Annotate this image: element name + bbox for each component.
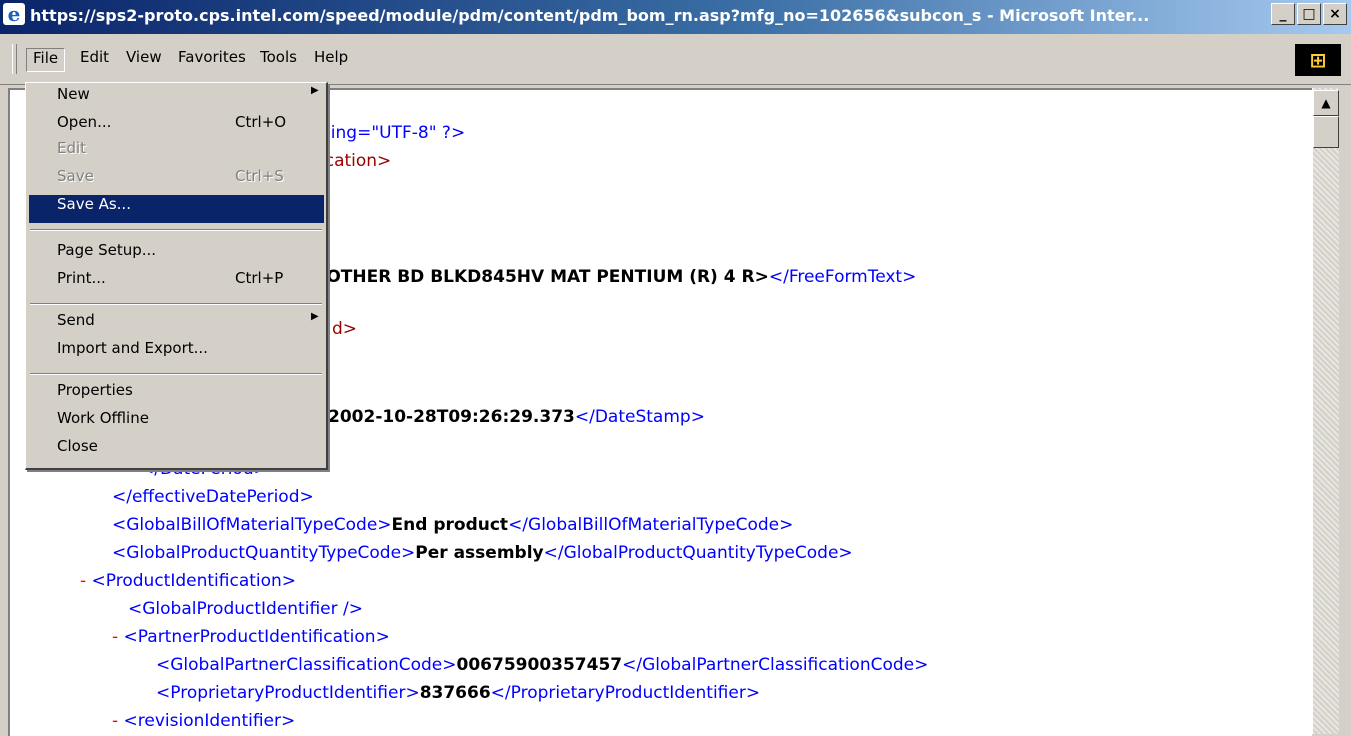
menu-item-label: Work Offline — [57, 409, 149, 427]
menu-item-send[interactable]: Send ▶ — [29, 311, 324, 339]
xml-pi-fragment: ding="UTF-8" ?> — [320, 123, 466, 143]
xml-line: <GlobalPartnerClassificationCode>0067590… — [156, 654, 928, 676]
menu-item-label: Edit — [57, 139, 87, 157]
xml-fragment: d> — [332, 319, 358, 339]
window-controls: _ □ × — [1271, 3, 1347, 25]
xml-line: ding="UTF-8" ?> — [320, 122, 465, 144]
menu-item-label: Save — [57, 167, 94, 185]
xml-bom-value: End product — [391, 515, 509, 535]
menu-item-label: Send — [57, 311, 95, 329]
xml-gpcc-close: </GlobalPartnerClassificationCode> — [622, 655, 929, 675]
menu-item-label: Open... — [57, 113, 112, 131]
xml-line: </effectiveDatePeriod> — [112, 486, 314, 508]
menu-item-new[interactable]: New ▶ — [29, 85, 324, 113]
menu-item-edit: Edit — [29, 139, 324, 167]
title-bar: e https://sps2-proto.cps.intel.com/speed… — [0, 0, 1351, 34]
menu-item-close[interactable]: Close — [29, 437, 324, 465]
minimize-button[interactable]: _ — [1271, 3, 1295, 25]
xml-gpcc-open: <GlobalPartnerClassificationCode> — [156, 655, 457, 675]
xml-line: ication> — [320, 150, 391, 172]
menu-item-save-as[interactable]: Save As... — [29, 195, 324, 223]
menu-edit[interactable]: Edit — [74, 48, 115, 70]
xml-ppi-open: <PartnerProductIdentification> — [123, 627, 390, 647]
menu-item-shortcut: Ctrl+O — [235, 113, 287, 131]
xml-gpi-empty: <GlobalProductIdentifier /> — [128, 599, 363, 619]
xml-line: - <PartnerProductIdentification> — [112, 626, 390, 648]
menu-item-shortcut: Ctrl+P — [235, 269, 284, 287]
menu-item-label: Properties — [57, 381, 133, 399]
menu-view[interactable]: View — [120, 48, 168, 70]
xml-prodid-open: <ProductIdentification> — [91, 571, 297, 591]
window-title: https://sps2-proto.cps.intel.com/speed/m… — [30, 6, 1150, 25]
xml-line: 2002-10-28T09:26:29.373</DateStamp> — [328, 406, 705, 428]
menu-favorites[interactable]: Favorites — [172, 48, 252, 70]
xml-freeform-close: </FreeFormText> — [768, 267, 917, 287]
menu-separator — [30, 229, 322, 231]
xml-line: <GlobalProductQuantityTypeCode>Per assem… — [112, 542, 853, 564]
menu-item-save: Save Ctrl+S — [29, 167, 324, 195]
collapse-toggle[interactable]: - — [112, 627, 118, 647]
file-menu-dropdown: New ▶ Open... Ctrl+O Edit Save Ctrl+S Sa… — [25, 82, 328, 470]
menu-item-import-export[interactable]: Import and Export... — [29, 339, 324, 367]
xml-gpcc-value: 00675900357457 — [456, 655, 623, 675]
xml-qty-close: </GlobalProductQuantityTypeCode> — [543, 543, 853, 563]
xml-rev-open: <revisionIdentifier> — [123, 711, 296, 731]
scroll-thumb[interactable] — [1313, 116, 1339, 148]
xml-prop-value: 837666 — [419, 683, 491, 703]
xml-datestamp-close: </DateStamp> — [574, 407, 705, 427]
menu-item-label: Print... — [57, 269, 106, 287]
menu-item-label: Save As... — [57, 195, 131, 213]
menu-item-print[interactable]: Print... Ctrl+P — [29, 269, 324, 297]
menu-item-work-offline[interactable]: Work Offline — [29, 409, 324, 437]
menu-item-shortcut: Ctrl+S — [235, 167, 284, 185]
xml-bom-close: </GlobalBillOfMaterialTypeCode> — [508, 515, 794, 535]
xml-effective-close: </effectiveDatePeriod> — [112, 487, 314, 507]
xml-qty-open: <GlobalProductQuantityTypeCode> — [112, 543, 416, 563]
vertical-scrollbar[interactable]: ▲ — [1312, 88, 1339, 734]
xml-line: - <revisionIdentifier> — [112, 710, 295, 732]
close-button[interactable]: × — [1323, 3, 1347, 25]
menu-item-page-setup[interactable]: Page Setup... — [29, 241, 324, 269]
menu-tools[interactable]: Tools — [254, 48, 303, 70]
internet-explorer-icon[interactable]: e — [3, 3, 25, 25]
menu-bar: File Edit View Favorites Tools Help ⊞ — [0, 34, 1351, 85]
collapse-toggle[interactable]: - — [112, 711, 118, 731]
menu-item-label: New — [57, 85, 90, 103]
scroll-up-button[interactable]: ▲ — [1313, 90, 1339, 116]
xml-datestamp-value: 2002-10-28T09:26:29.373 — [328, 407, 575, 427]
submenu-arrow-icon: ▶ — [311, 311, 319, 322]
toolbar-grip[interactable] — [12, 44, 17, 74]
maximize-button[interactable]: □ — [1297, 3, 1321, 25]
xml-line: IOTHER BD BLKD845HV MAT PENTIUM (R) 4 R>… — [320, 266, 916, 288]
menu-item-open[interactable]: Open... Ctrl+O — [29, 113, 324, 141]
menu-item-label: Page Setup... — [57, 241, 157, 259]
menu-item-label: Import and Export... — [57, 339, 208, 357]
menu-separator — [30, 303, 322, 305]
xml-line: - <ProductIdentification> — [80, 570, 296, 592]
xml-root-fragment: ication> — [320, 151, 392, 171]
xml-bom-open: <GlobalBillOfMaterialTypeCode> — [112, 515, 392, 535]
xml-prop-close: </ProprietaryProductIdentifier> — [490, 683, 761, 703]
xml-line: <ProprietaryProductIdentifier>837666</Pr… — [156, 682, 760, 704]
collapse-toggle[interactable]: - — [80, 571, 86, 591]
menu-item-label: Close — [57, 437, 98, 455]
xml-qty-value: Per assembly — [415, 543, 544, 563]
menu-item-properties[interactable]: Properties — [29, 381, 324, 409]
xml-line: <GlobalProductIdentifier /> — [128, 598, 363, 620]
submenu-arrow-icon: ▶ — [311, 85, 319, 96]
xml-line: <GlobalBillOfMaterialTypeCode>End produc… — [112, 514, 793, 536]
menu-file[interactable]: File — [26, 48, 66, 72]
xml-freeform-value: IOTHER BD BLKD845HV MAT PENTIUM (R) 4 R> — [320, 267, 769, 287]
xml-line: d> — [332, 318, 357, 340]
windows-logo-icon: ⊞ — [1295, 44, 1341, 76]
menu-separator — [30, 373, 322, 375]
xml-prop-open: <ProprietaryProductIdentifier> — [156, 683, 420, 703]
menu-help[interactable]: Help — [308, 48, 354, 70]
